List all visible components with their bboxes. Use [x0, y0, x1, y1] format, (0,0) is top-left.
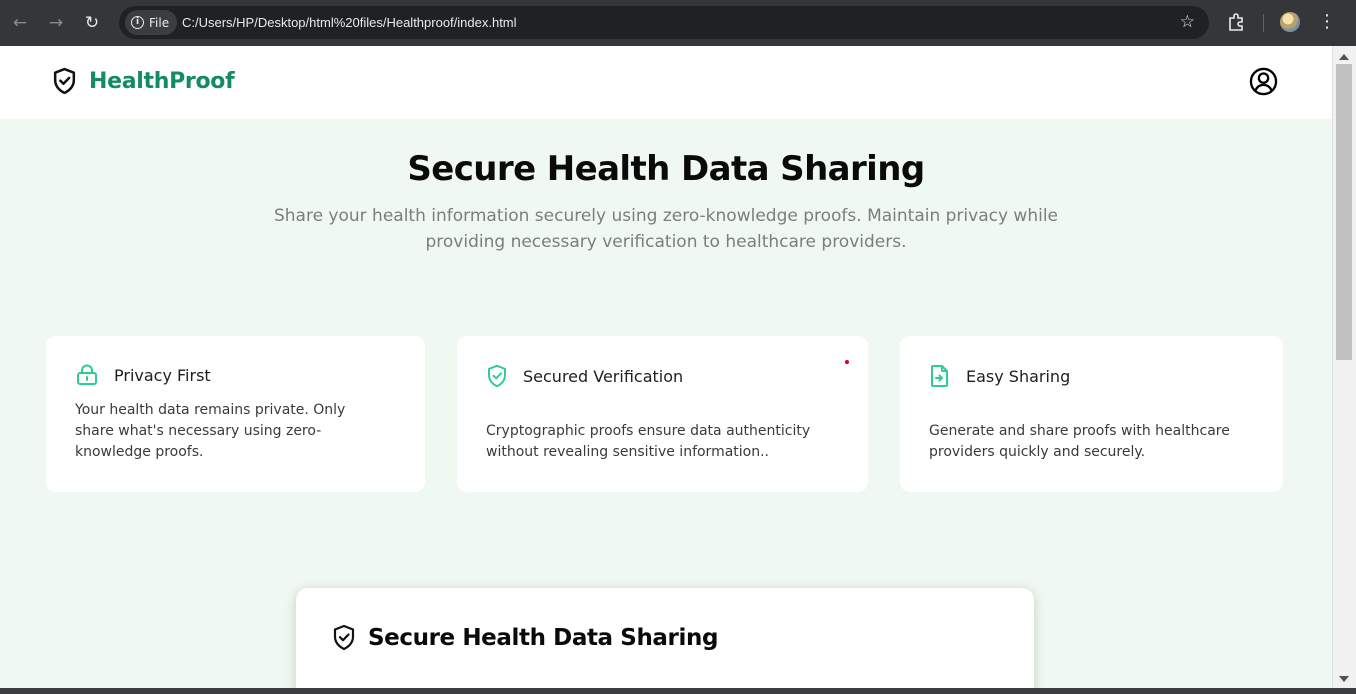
- window-bottom-edge: [0, 688, 1356, 694]
- shield-check-icon: [488, 364, 506, 388]
- feature-description-line: Generate and share proofs with healthcar…: [929, 423, 1230, 439]
- sharing-panel: Secure Health Data Sharing: [296, 588, 1034, 688]
- feature-description-line: knowledge proofs.: [75, 444, 204, 460]
- address-bar[interactable]: i File C:/Users/HP/Desktop/html%20files/…: [119, 6, 1209, 39]
- reload-icon[interactable]: ↻: [80, 11, 104, 35]
- feature-description-line: share what's necessary using zero-: [75, 423, 322, 439]
- browser-toolbar: ← → ↻ i File C:/Users/HP/Desktop/html%20…: [0, 0, 1356, 46]
- info-icon: i: [131, 16, 144, 29]
- url-text[interactable]: C:/Users/HP/Desktop/html%20files/Healthp…: [182, 6, 517, 39]
- puzzle-icon[interactable]: [1226, 12, 1246, 32]
- site-header: HealthProof: [0, 46, 1332, 119]
- scroll-up-icon[interactable]: [1339, 54, 1349, 60]
- feature-description: Your health data remains private. Only s…: [75, 400, 345, 463]
- decorative-dot: [845, 360, 849, 364]
- scrollbar-thumb[interactable]: [1336, 64, 1352, 360]
- brand-logo[interactable]: HealthProof: [52, 67, 235, 95]
- feature-title: Secured Verification: [523, 366, 684, 386]
- site-info-chip[interactable]: i File: [125, 10, 178, 35]
- feature-description: Generate and share proofs with healthcar…: [929, 421, 1230, 463]
- scroll-down-icon[interactable]: [1339, 676, 1349, 682]
- shield-check-icon: [333, 624, 355, 651]
- back-icon[interactable]: ←: [8, 11, 32, 35]
- sharing-panel-title: Secure Health Data Sharing: [368, 624, 719, 651]
- toolbar-divider: [1263, 14, 1264, 32]
- site-info-label: File: [149, 15, 170, 30]
- vertical-scrollbar[interactable]: [1332, 46, 1356, 688]
- kebab-menu-icon[interactable]: ⋮: [1318, 10, 1336, 34]
- forward-icon[interactable]: →: [44, 11, 68, 35]
- feature-description-line: Cryptographic proofs ensure data authent…: [486, 423, 811, 439]
- shield-check-icon: [53, 67, 76, 95]
- feature-title: Privacy First: [114, 365, 211, 385]
- hero-subtitle: Share your health information securely u…: [246, 203, 1086, 255]
- lock-icon: [77, 364, 97, 385]
- feature-card-privacy: Privacy First Your health data remains p…: [46, 336, 425, 492]
- brand-name: HealthProof: [89, 68, 235, 94]
- feature-card-verification: Secured Verification Cryptographic proof…: [457, 336, 868, 492]
- star-icon[interactable]: ☆: [1180, 6, 1195, 39]
- feature-title: Easy Sharing: [966, 366, 1071, 386]
- hero-title: Secure Health Data Sharing: [407, 149, 925, 189]
- feature-description: Cryptographic proofs ensure data authent…: [486, 421, 810, 463]
- page-viewport: HealthProof Secure Health Data Sharing S…: [0, 46, 1332, 688]
- file-share-icon: [931, 365, 948, 387]
- hero-subtitle-line: Share your health information securely u…: [273, 206, 1059, 226]
- feature-description-line: Your health data remains private. Only: [75, 402, 346, 418]
- feature-description-line: providers quickly and securely.: [929, 444, 1146, 460]
- hero-subtitle-line: providing necessary verification to heal…: [425, 232, 907, 252]
- user-circle-icon[interactable]: [1249, 67, 1278, 96]
- profile-avatar[interactable]: [1280, 12, 1300, 32]
- feature-card-sharing: Easy Sharing Generate and share proofs w…: [900, 336, 1283, 492]
- feature-description-line: without revealing sensitive information.…: [486, 444, 770, 460]
